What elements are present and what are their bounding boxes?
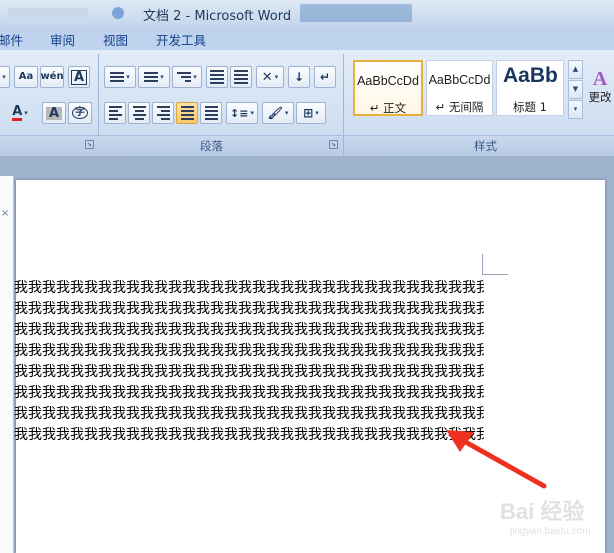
- annotation-arrow-icon: [446, 430, 547, 489]
- watermark-main: Bai 经验: [500, 499, 585, 524]
- annotation-arrow-shaft: [459, 437, 547, 489]
- annotation-arrow-head: [446, 430, 474, 452]
- watermark-url: jingyan.baidu.com: [510, 526, 591, 537]
- watermark-logo: Bai 经验 jingyan.baidu.com: [500, 488, 610, 548]
